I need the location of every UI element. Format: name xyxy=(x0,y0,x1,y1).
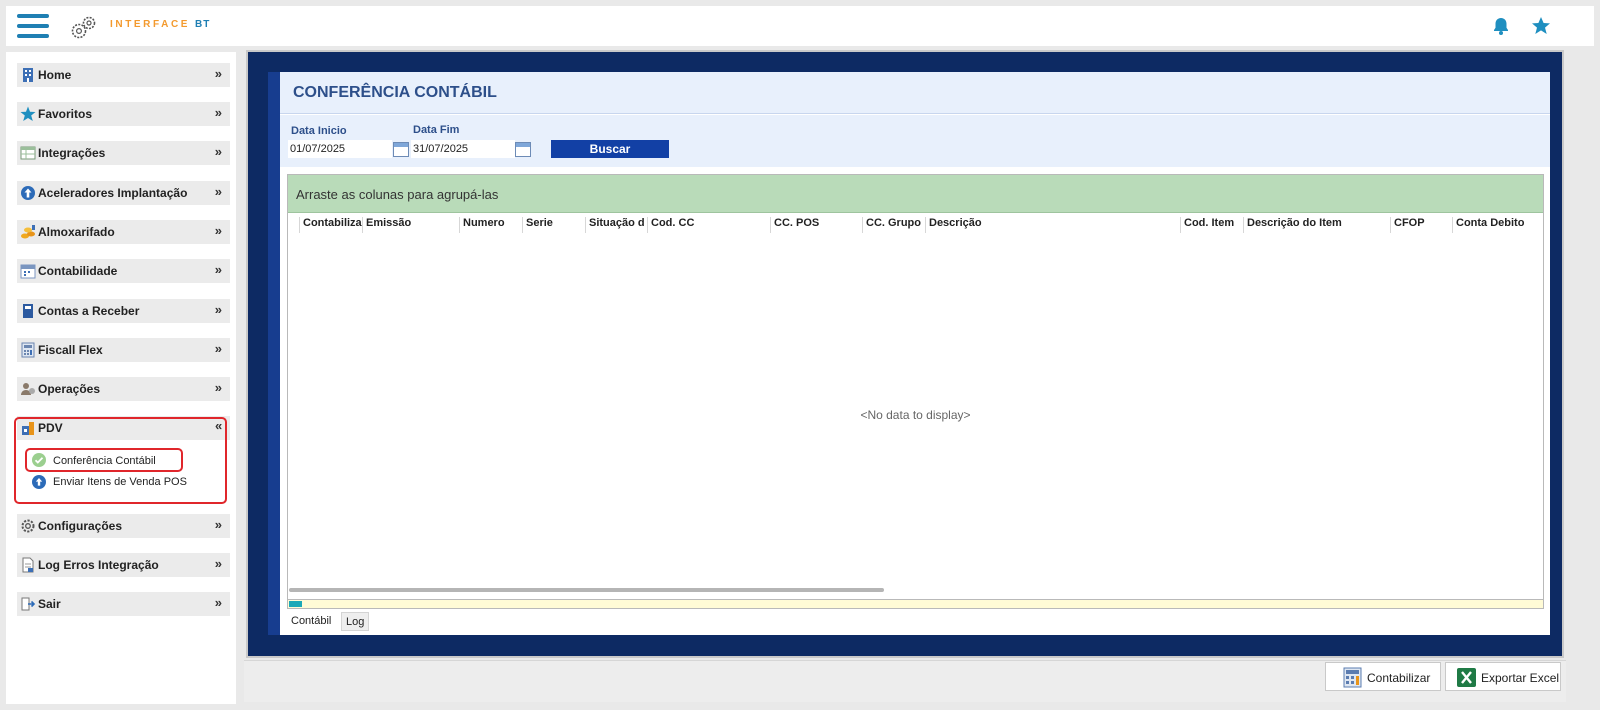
book-icon xyxy=(23,304,33,318)
sidebar: Home » Favoritos » Integrações » Acelera… xyxy=(6,52,236,704)
gear-icon xyxy=(21,519,35,533)
chevron-down-icon: » xyxy=(214,595,222,610)
sidebar-item-label: Operações xyxy=(38,382,101,396)
sidebar-item-fiscall-flex[interactable]: Fiscall Flex » xyxy=(17,338,230,362)
gears-logo-icon xyxy=(71,16,96,39)
hamburger-menu-icon[interactable] xyxy=(17,13,49,39)
star-icon[interactable] xyxy=(1531,16,1551,36)
export-excel-button[interactable]: Exportar Excel xyxy=(1445,662,1561,691)
empty-message: <No data to display> xyxy=(860,408,971,422)
end-date-input[interactable] xyxy=(411,140,515,158)
main-content: CONFERÊNCIA CONTÁBIL Data Inicio Data Fi… xyxy=(268,72,1550,635)
column-header[interactable]: Numero xyxy=(459,217,522,233)
document-icon xyxy=(22,557,34,573)
top-bar: INTERFACE BT xyxy=(6,6,1594,46)
sidebar-item-label: Favoritos xyxy=(38,107,93,121)
pdv-highlight-box xyxy=(14,417,227,504)
tab-contabil[interactable]: Contábil xyxy=(287,612,335,631)
calendar-icon[interactable] xyxy=(393,142,409,157)
users-icon xyxy=(21,383,35,395)
column-header[interactable]: Situação d xyxy=(585,217,647,233)
sidebar-item-label: Integrações xyxy=(38,146,106,160)
column-header[interactable]: Contabiliza xyxy=(299,217,362,233)
chevron-down-icon: » xyxy=(214,66,222,81)
sidebar-item-contabilidade[interactable]: Contabilidade » xyxy=(17,259,230,283)
column-header[interactable]: Cod. CC xyxy=(647,217,770,233)
sidebar-item-contas-a-receber[interactable]: Contas a Receber » xyxy=(17,299,230,323)
column-header[interactable]: Descrição xyxy=(925,217,1180,233)
sidebar-item-label: Contabilidade xyxy=(38,264,118,278)
end-date-label: Data Fim xyxy=(413,124,460,136)
tab-log[interactable]: Log xyxy=(341,612,370,631)
page-title: CONFERÊNCIA CONTÁBIL xyxy=(293,84,497,101)
sidebar-item-label: Fiscall Flex xyxy=(38,343,103,357)
calculator-icon xyxy=(21,342,35,358)
table-icon xyxy=(20,146,36,160)
column-header[interactable]: Serie xyxy=(522,217,585,233)
calculator-icon xyxy=(1343,667,1362,688)
progress-fill xyxy=(289,601,302,607)
start-date-input[interactable] xyxy=(288,140,392,158)
column-header[interactable]: Cod. Item xyxy=(1180,217,1243,233)
horizontal-scrollbar[interactable] xyxy=(289,588,884,592)
bell-icon[interactable] xyxy=(1491,16,1511,36)
sidebar-item-favoritos[interactable]: Favoritos » xyxy=(17,102,230,126)
chevron-down-icon: » xyxy=(214,262,222,277)
sidebar-item-label: Home xyxy=(38,68,72,82)
group-by-panel[interactable]: Arraste as colunas para agrupá-las xyxy=(288,175,1543,213)
start-date-label: Data Inicio xyxy=(291,125,347,137)
arrow-up-circle-icon xyxy=(21,186,35,200)
column-header[interactable]: CC. POS xyxy=(770,217,862,233)
column-header[interactable]: Emissão xyxy=(362,217,459,233)
contabilizar-label: Contabilizar xyxy=(1367,671,1431,685)
sidebar-item-integracoes[interactable]: Integrações » xyxy=(17,141,230,165)
sidebar-item-label: Configurações xyxy=(38,519,123,533)
data-grid: Arraste as colunas para agrupá-las Conta… xyxy=(287,174,1544,600)
group-hint: Arraste as colunas para agrupá-las xyxy=(296,187,499,202)
progress-bar xyxy=(287,599,1544,609)
sidebar-item-label: Almoxarifado xyxy=(38,225,115,239)
chevron-down-icon: » xyxy=(214,341,222,356)
sidebar-item-label: Contas a Receber xyxy=(38,304,140,318)
sidebar-item-sair[interactable]: Sair » xyxy=(17,592,230,616)
filter-area: Data Inicio Data Fim Buscar xyxy=(280,115,1550,167)
chevron-down-icon: » xyxy=(214,223,222,238)
search-button[interactable]: Buscar xyxy=(551,140,669,158)
chevron-down-icon: » xyxy=(214,517,222,532)
chevron-down-icon: » xyxy=(214,556,222,571)
sidebar-item-log-erros[interactable]: Log Erros Integração » xyxy=(17,553,230,577)
sidebar-item-configuracoes[interactable]: Configurações » xyxy=(17,514,230,538)
sidebar-item-aceleradores[interactable]: Aceleradores Implantação » xyxy=(17,181,230,205)
chevron-down-icon: » xyxy=(214,105,222,120)
exit-icon xyxy=(21,597,36,611)
sidebar-item-label: Sair xyxy=(38,597,61,611)
sidebar-item-home[interactable]: Home » xyxy=(17,63,230,87)
logo-sub: BT xyxy=(195,19,211,30)
building-icon xyxy=(23,68,33,82)
column-header[interactable]: CFOP xyxy=(1390,217,1452,233)
sidebar-item-almoxarifado[interactable]: Almoxarifado » xyxy=(17,220,230,244)
chevron-down-icon: » xyxy=(214,302,222,317)
coins-icon xyxy=(21,225,35,239)
star-icon xyxy=(20,106,36,121)
page-header: CONFERÊNCIA CONTÁBIL xyxy=(280,72,1550,114)
contabilizar-button[interactable]: Contabilizar xyxy=(1325,662,1441,691)
chevron-down-icon: » xyxy=(214,184,222,199)
excel-icon xyxy=(1457,668,1476,687)
calendar-icon xyxy=(20,264,36,279)
sidebar-item-label: Aceleradores Implantação xyxy=(38,186,188,200)
calendar-icon[interactable] xyxy=(515,142,531,157)
column-header[interactable]: Conta Debito xyxy=(1452,217,1542,233)
chevron-down-icon: » xyxy=(214,144,222,159)
logo-text: INTERFACE xyxy=(110,19,191,30)
left-accent-stripe xyxy=(268,72,280,635)
column-header[interactable]: Descrição do Item xyxy=(1243,217,1390,233)
column-header[interactable]: CC. Grupo xyxy=(862,217,925,233)
export-excel-label: Exportar Excel xyxy=(1481,671,1560,685)
sidebar-item-label: Log Erros Integração xyxy=(38,558,159,572)
chevron-down-icon: » xyxy=(214,380,222,395)
sidebar-item-operacoes[interactable]: Operações » xyxy=(17,377,230,401)
